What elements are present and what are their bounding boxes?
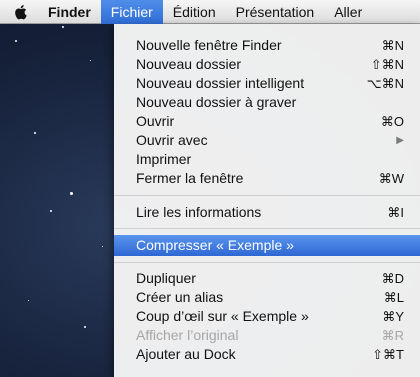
menu-separator bbox=[114, 195, 420, 196]
menu-item-label: Ouvrir bbox=[136, 113, 175, 129]
menu-item-label: Créer un alias bbox=[136, 289, 224, 305]
star bbox=[34, 132, 36, 134]
menu-item-shortcut: ⇧⌘T bbox=[372, 347, 404, 362]
menu-item-label: Imprimer bbox=[136, 151, 192, 167]
menu-item-make-alias[interactable]: Créer un alias ⌘L bbox=[114, 288, 420, 307]
star bbox=[50, 210, 52, 212]
menu-presentation[interactable]: Présentation bbox=[226, 0, 325, 24]
menu-item-label: Nouvelle fenêtre Finder bbox=[136, 37, 282, 53]
menu-item-shortcut: ⌘N bbox=[381, 38, 404, 53]
menu-item-label: Compresser « Exemple » bbox=[136, 237, 294, 253]
menu-separator bbox=[114, 228, 420, 229]
submenu-arrow-icon: ▶ bbox=[396, 135, 404, 146]
menu-item-label: Afficher l’original bbox=[136, 327, 239, 343]
star bbox=[15, 40, 17, 42]
apple-logo-icon bbox=[15, 4, 27, 19]
menu-item-duplicate[interactable]: Dupliquer ⌘D bbox=[114, 269, 420, 288]
menu-item-shortcut: ⌘R bbox=[381, 328, 404, 343]
star bbox=[62, 26, 64, 28]
menu-item-label: Ajouter au Dock bbox=[136, 346, 236, 362]
menu-edition[interactable]: Édition bbox=[163, 0, 226, 24]
menu-item-label: Fermer la fenêtre bbox=[136, 170, 244, 186]
menu-item-get-info[interactable]: Lire les informations ⌘I bbox=[114, 203, 420, 222]
menu-item-label: Nouveau dossier intelligent bbox=[136, 75, 305, 91]
menu-item-shortcut: ⌘O bbox=[380, 114, 404, 129]
star bbox=[90, 60, 91, 61]
star bbox=[70, 192, 73, 195]
menu-fichier[interactable]: Fichier bbox=[100, 0, 163, 24]
menu-item-shortcut: ⌥⌘N bbox=[366, 76, 404, 91]
menu-item-add-to-dock[interactable]: Ajouter au Dock ⇧⌘T bbox=[114, 345, 420, 364]
menu-item-new-smart-folder[interactable]: Nouveau dossier intelligent ⌥⌘N bbox=[114, 74, 420, 93]
menu-item-new-burn-folder[interactable]: Nouveau dossier à graver bbox=[114, 93, 420, 112]
menu-item-shortcut: ⌘W bbox=[378, 171, 404, 186]
menu-item-quick-look[interactable]: Coup d’œil sur « Exemple » ⌘Y bbox=[114, 307, 420, 326]
menu-item-label: Dupliquer bbox=[136, 270, 196, 286]
menu-item-label: Nouveau dossier bbox=[136, 56, 242, 72]
menu-item-show-original: Afficher l’original ⌘R bbox=[114, 326, 420, 345]
menu-item-new-finder-window[interactable]: Nouvelle fenêtre Finder ⌘N bbox=[114, 36, 420, 55]
menu-item-shortcut: ⇧⌘N bbox=[370, 57, 404, 72]
menu-item-shortcut: ⌘D bbox=[381, 271, 404, 286]
menu-item-open-with[interactable]: Ouvrir avec ▶ bbox=[114, 131, 420, 150]
menu-item-label: Ouvrir avec bbox=[136, 132, 208, 148]
star bbox=[102, 246, 103, 247]
desktop: Finder Fichier Édition Présentation Alle… bbox=[0, 0, 420, 377]
menu-item-open[interactable]: Ouvrir ⌘O bbox=[114, 112, 420, 131]
menu-item-label: Coup d’œil sur « Exemple » bbox=[136, 308, 309, 324]
star bbox=[84, 326, 86, 328]
menu-item-shortcut: ⌘Y bbox=[382, 309, 404, 324]
menu-separator bbox=[114, 262, 420, 263]
menu-item-print[interactable]: Imprimer bbox=[114, 150, 420, 169]
fichier-dropdown-menu: Nouvelle fenêtre Finder ⌘N Nouveau dossi… bbox=[114, 24, 420, 377]
menu-item-compress[interactable]: Compresser « Exemple » bbox=[114, 235, 420, 256]
apple-menu[interactable] bbox=[0, 0, 40, 24]
menu-item-shortcut: ⌘L bbox=[383, 290, 404, 305]
menu-aller[interactable]: Aller bbox=[324, 0, 372, 24]
menu-item-label: Lire les informations bbox=[136, 204, 262, 220]
menu-item-shortcut: ⌘I bbox=[387, 205, 404, 220]
app-menu-finder[interactable]: Finder bbox=[40, 0, 101, 24]
menu-bar: Finder Fichier Édition Présentation Alle… bbox=[0, 0, 420, 24]
menu-item-new-folder[interactable]: Nouveau dossier ⇧⌘N bbox=[114, 55, 420, 74]
menu-item-close-window[interactable]: Fermer la fenêtre ⌘W bbox=[114, 169, 420, 188]
menu-item-label: Nouveau dossier à graver bbox=[136, 94, 297, 110]
star bbox=[28, 300, 29, 301]
